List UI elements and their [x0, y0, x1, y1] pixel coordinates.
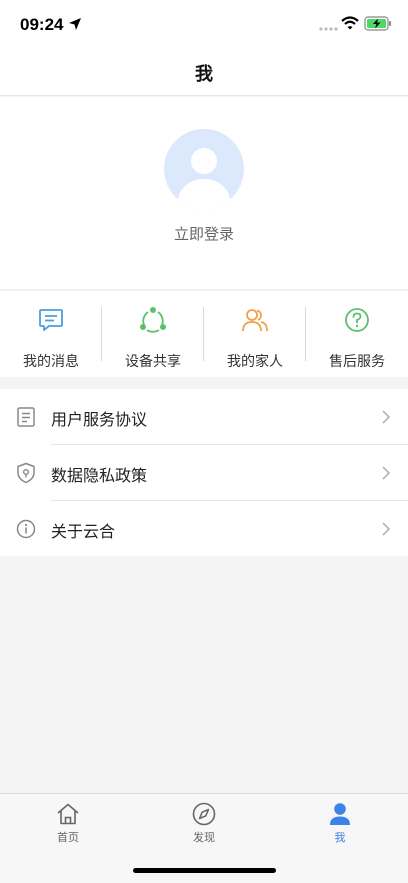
message-icon: [39, 309, 63, 331]
quick-action-after-sales[interactable]: 售后服务: [306, 291, 408, 377]
quick-action-label: 售后服务: [329, 354, 385, 370]
wifi-icon: [341, 16, 359, 30]
person-icon: [330, 803, 350, 825]
chevron-right-icon: [382, 522, 390, 536]
family-icon: [242, 309, 268, 332]
document-icon: [17, 407, 35, 427]
share-icon: [140, 307, 166, 333]
signal-icon: [319, 27, 338, 31]
home-indicator: [133, 868, 276, 873]
menu-item-label: 数据隐私政策: [51, 466, 148, 485]
home-icon: [57, 803, 79, 825]
quick-action-messages[interactable]: 我的消息: [0, 291, 102, 377]
quick-action-label: 我的家人: [227, 354, 283, 370]
menu-item-label: 关于云合: [51, 522, 116, 541]
help-icon: [345, 308, 369, 332]
status-time: 09:24: [20, 15, 64, 34]
chevron-right-icon: [382, 466, 390, 480]
menu-item-about[interactable]: 关于云合: [0, 501, 408, 557]
location-arrow-icon: [69, 18, 81, 30]
menu-item-label: 用户服务协议: [51, 410, 148, 429]
compass-icon: [192, 802, 216, 826]
tab-me[interactable]: 我: [300, 802, 380, 846]
menu-item-privacy-policy[interactable]: 数据隐私政策: [0, 445, 408, 501]
tab-label: 我: [334, 831, 346, 844]
quick-action-device-share[interactable]: 设备共享: [102, 291, 204, 377]
tab-home[interactable]: 首页: [28, 802, 108, 846]
shield-icon: [17, 462, 35, 484]
status-bar: 09:24: [0, 0, 408, 50]
page-title: 我: [195, 63, 213, 85]
tab-discover[interactable]: 发现: [164, 802, 244, 846]
quick-action-family[interactable]: 我的家人: [204, 291, 306, 377]
nav-bar: 我: [0, 50, 408, 96]
tab-label: 首页: [57, 831, 79, 844]
quick-actions: 我的消息 设备共享 我的家人 售后服务: [0, 291, 408, 377]
quick-action-label: 设备共享: [125, 354, 181, 370]
menu-item-user-agreement[interactable]: 用户服务协议: [0, 389, 408, 445]
login-link[interactable]: 立即登录: [0, 223, 408, 244]
info-icon: [16, 519, 36, 539]
avatar[interactable]: [164, 129, 244, 209]
quick-action-label: 我的消息: [23, 354, 79, 370]
settings-menu: 用户服务协议 数据隐私政策 关于云合: [0, 389, 408, 556]
battery-icon: [364, 16, 391, 31]
profile-section[interactable]: 立即登录: [0, 97, 408, 290]
chevron-right-icon: [382, 410, 390, 424]
tab-label: 发现: [193, 831, 215, 844]
